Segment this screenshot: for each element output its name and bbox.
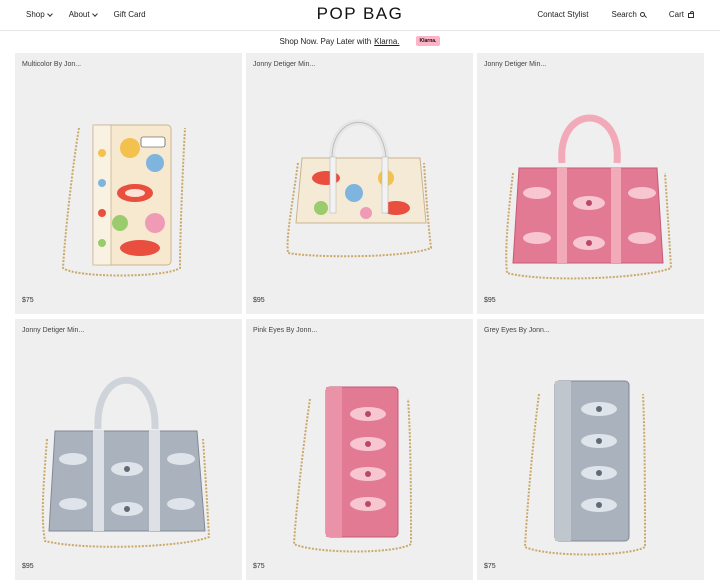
product-price: $95 — [484, 297, 496, 304]
klarna-badge: Klarna. — [415, 36, 441, 46]
contact-stylist-link[interactable]: Contact Stylist — [537, 10, 588, 19]
product-title[interactable]: Multicolor By Jon... — [22, 61, 81, 68]
product-card[interactable]: Pink Eyes By Jonn... $75 — [246, 319, 473, 580]
product-image — [523, 380, 647, 556]
product-price: $75 — [22, 297, 34, 304]
product-image — [41, 376, 211, 548]
product-price: $95 — [253, 297, 265, 304]
product-title[interactable]: Jonny Detiger Min... — [484, 61, 546, 68]
search-icon — [639, 12, 645, 17]
logo-text[interactable]: POP BAG — [317, 4, 404, 23]
product-price: $75 — [484, 563, 496, 570]
site-header: Shop About Gift Card POP BAG Contact Sty… — [0, 0, 720, 31]
cart-button[interactable]: Cart — [669, 10, 694, 19]
product-image — [505, 114, 673, 280]
utility-nav: Contact Stylist Search Cart — [537, 10, 694, 19]
cart-label: Cart — [668, 10, 684, 19]
klarna-link[interactable]: Klarna. — [374, 37, 399, 46]
product-image — [292, 386, 413, 553]
product-card[interactable]: Grey Eyes By Jonn... $75 — [477, 319, 704, 580]
product-price: $75 — [253, 563, 265, 570]
product-title[interactable]: Pink Eyes By Jonn... — [253, 327, 317, 334]
product-title[interactable]: Jonny Detiger Min... — [253, 61, 315, 68]
product-card[interactable]: Jonny Detiger Min... $95 — [246, 53, 473, 314]
product-price: $95 — [22, 563, 34, 570]
product-title[interactable]: Grey Eyes By Jonn... — [484, 327, 550, 334]
shopping-bag-icon — [688, 10, 694, 18]
promo-text: Shop Now. Pay Later with — [279, 36, 372, 46]
search-label: Search — [611, 10, 637, 19]
product-title[interactable]: Jonny Detiger Min... — [22, 327, 84, 334]
product-image — [286, 119, 433, 258]
product-card[interactable]: Multicolor By Jon... $75 — [15, 53, 242, 314]
search-button[interactable]: Search — [612, 10, 645, 19]
product-image — [61, 124, 186, 277]
product-card[interactable]: Jonny Detiger Min... $95 — [477, 53, 704, 314]
product-card[interactable]: Jonny Detiger Min... $95 — [15, 319, 242, 580]
contact-stylist-label: Contact Stylist — [537, 10, 589, 19]
promo-banner: Shop Now. Pay Later with Klarna. Klarna. — [0, 31, 720, 51]
